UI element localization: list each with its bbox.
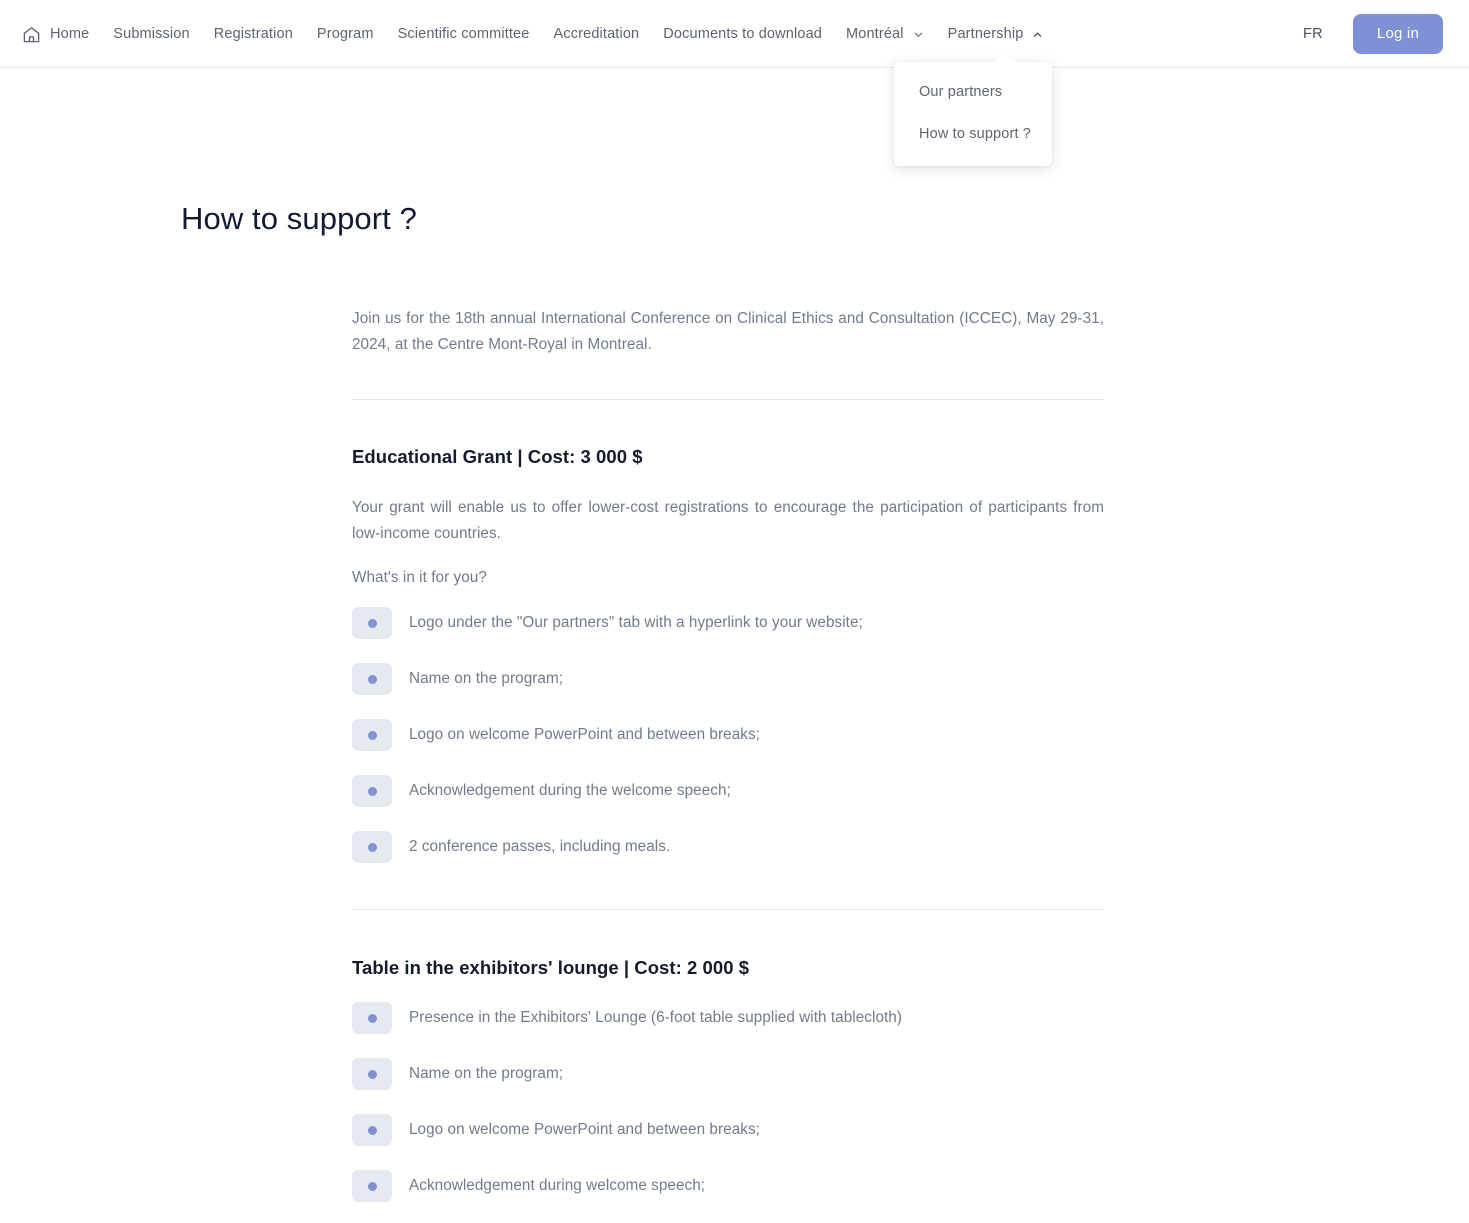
list-item: Presence in the Exhibitors' Lounge (6-fo…	[352, 1002, 1104, 1034]
navbar-right-actions: FR Log in	[1295, 14, 1469, 54]
nav-item-accreditation-label: Accreditation	[553, 25, 640, 42]
bullet-marker-icon	[352, 719, 392, 751]
list-item: Acknowledgement during welcome speech;	[352, 1170, 1104, 1202]
bullet-marker-icon	[352, 775, 392, 807]
nav-item-registration[interactable]: Registration	[202, 19, 305, 50]
nav-item-montreal[interactable]: Montréal	[834, 19, 936, 50]
chevron-up-icon	[1032, 29, 1043, 40]
list-item-label: Logo on welcome PowerPoint and between b…	[409, 725, 760, 743]
navbar-bottom-border	[0, 67, 1469, 68]
list-item-label: Presence in the Exhibitors' Lounge (6-fo…	[409, 1008, 903, 1026]
section-question-educational-grant: What's in it for you?	[352, 569, 487, 586]
bullet-marker-icon	[352, 831, 392, 863]
list-item: Logo on welcome PowerPoint and between b…	[352, 719, 1104, 751]
chevron-down-icon	[913, 29, 924, 40]
nav-item-documents-to-download-label: Documents to download	[663, 25, 822, 42]
bullet-marker-icon	[352, 607, 392, 639]
nav-item-home-label: Home	[50, 25, 90, 42]
nav-item-scientific-committee[interactable]: Scientific committee	[386, 19, 542, 50]
nav-item-program-label: Program	[316, 25, 374, 42]
nav-item-partnership[interactable]: Partnership	[936, 19, 1056, 50]
content-column: Join us for the 18th annual Internationa…	[352, 306, 1104, 1223]
bullet-marker-icon	[352, 1170, 392, 1202]
nav-item-program[interactable]: Program	[305, 19, 386, 50]
section-heading-exhibitors-table: Table in the exhibitors' lounge | Cost: …	[352, 957, 750, 978]
list-item-label: 2 conference passes, including meals.	[409, 837, 671, 855]
nav-item-partnership-label: Partnership	[947, 25, 1024, 42]
list-item-label: Logo on welcome PowerPoint and between b…	[409, 1120, 760, 1138]
list-item-label: Name on the program;	[409, 669, 564, 687]
section-heading-educational-grant: Educational Grant | Cost: 3 000 $	[352, 446, 643, 467]
list-item: Name on the program;	[352, 1058, 1104, 1090]
nav-item-home[interactable]: Home	[12, 17, 101, 52]
list-item: 2 conference passes, including meals.	[352, 831, 1104, 863]
login-button[interactable]: Log in	[1352, 14, 1443, 54]
language-switcher-fr[interactable]: FR	[1295, 20, 1331, 48]
dropdown-item-our-partners[interactable]: Our partners	[894, 78, 1052, 106]
list-item: Logo under the "Our partners" tab with a…	[352, 607, 1104, 639]
benefit-list-exhibitors-table: Presence in the Exhibitors' Lounge (6-fo…	[352, 1002, 1104, 1223]
bullet-marker-icon	[352, 663, 392, 695]
nav-item-montreal-label: Montréal	[846, 25, 904, 42]
section-divider	[352, 909, 1104, 910]
list-item-label: Logo under the "Our partners" tab with a…	[409, 613, 863, 631]
primary-nav-links: Home Submission Registration Program Sci…	[12, 17, 1055, 52]
nav-item-scientific-committee-label: Scientific committee	[397, 25, 530, 42]
nav-item-documents-to-download[interactable]: Documents to download	[651, 19, 834, 50]
nav-item-registration-label: Registration	[213, 25, 293, 42]
bullet-marker-icon	[352, 1058, 392, 1090]
list-item: Name on the program;	[352, 663, 1104, 695]
nav-item-accreditation[interactable]: Accreditation	[542, 19, 652, 50]
list-item-label: Acknowledgement during welcome speech;	[409, 1176, 706, 1194]
bullet-marker-icon	[352, 1002, 392, 1034]
list-item-label: Name on the program;	[409, 1064, 564, 1082]
page-title: How to support ?	[181, 201, 417, 236]
home-icon	[22, 25, 41, 44]
section-paragraph-educational-grant: Your grant will enable us to offer lower…	[352, 499, 1104, 542]
partnership-dropdown-menu: Our partners How to support ?	[894, 62, 1052, 166]
list-item: Acknowledgement during the welcome speec…	[352, 775, 1104, 807]
nav-item-submission[interactable]: Submission	[101, 19, 201, 50]
intro-paragraph: Join us for the 18th annual Internationa…	[352, 310, 1104, 353]
bullet-marker-icon	[352, 1114, 392, 1146]
section-divider	[352, 399, 1104, 400]
list-item: Logo on welcome PowerPoint and between b…	[352, 1114, 1104, 1146]
benefit-list-educational-grant: Logo under the "Our partners" tab with a…	[352, 607, 1104, 863]
list-item-label: Acknowledgement during the welcome speec…	[409, 781, 731, 799]
dropdown-item-how-to-support[interactable]: How to support ?	[894, 120, 1052, 148]
nav-item-submission-label: Submission	[113, 25, 190, 42]
top-navigation-bar: Home Submission Registration Program Sci…	[0, 0, 1469, 68]
